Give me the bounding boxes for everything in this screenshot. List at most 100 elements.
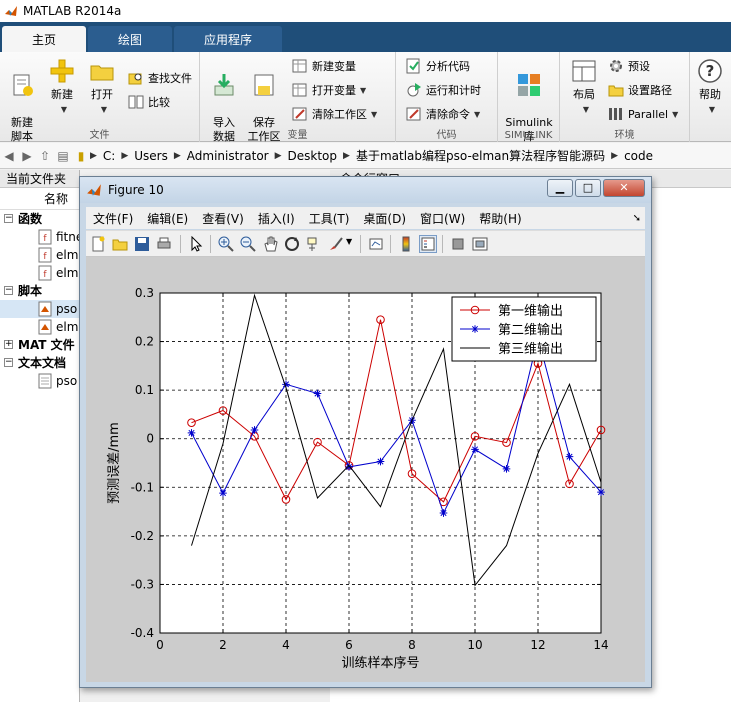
collapse-icon[interactable]: − <box>4 214 13 223</box>
file-item[interactable]: f elm <box>0 246 79 264</box>
breadcrumb-item[interactable]: Desktop <box>282 149 344 163</box>
menu-help[interactable]: 帮助(H) <box>472 210 528 227</box>
collapse-icon[interactable]: − <box>4 358 13 367</box>
colorbar-icon[interactable] <box>398 236 414 252</box>
link-icon[interactable] <box>368 236 384 252</box>
folder-icon: ▮ <box>77 148 85 163</box>
collapse-icon[interactable]: − <box>4 286 13 295</box>
data-point <box>439 509 448 517</box>
clear-commands-button[interactable]: 清除命令 ▼ <box>406 104 480 124</box>
error-line-chart[interactable]: 0 2 4 6 8 10 12 14 -0.4 -0.3 -0.2 -0.1 0 0.1 0.2 0.3 训练样… <box>86 257 645 682</box>
breadcrumb-item[interactable]: Administrator <box>181 149 275 163</box>
new-variable-button[interactable]: 新建变量 <box>292 56 356 76</box>
y-axis-label: 预测误差/mm <box>107 422 122 504</box>
name-column-label: 名称 <box>44 192 69 206</box>
menu-view[interactable]: 查看(V) <box>195 210 251 227</box>
menu-edit[interactable]: 编辑(E) <box>140 210 195 227</box>
data-cursor-icon[interactable] <box>306 236 322 252</box>
clear-commands-icon <box>406 107 421 121</box>
parallel-button[interactable]: Parallel ▼ <box>608 104 678 124</box>
file-item[interactable]: f fitne <box>0 228 83 246</box>
script-file-icon <box>38 301 52 317</box>
zoom-in-icon[interactable] <box>218 236 234 252</box>
data-point <box>565 452 574 461</box>
browse-folder-icon[interactable]: ▤ <box>54 149 72 163</box>
data-point <box>597 488 605 496</box>
preferences-button[interactable]: 预设 <box>608 56 650 76</box>
simulink-group: Simulink 库 SIMULINK <box>498 52 560 143</box>
open-variable-button[interactable]: 打开变量 ▼ <box>292 80 366 100</box>
run-and-time-button[interactable]: 运行和计时 <box>406 80 481 100</box>
text-file-icon <box>38 373 52 389</box>
open-file-icon[interactable] <box>112 236 128 252</box>
new-figure-icon[interactable] <box>90 236 106 252</box>
close-button[interactable]: ✕ <box>603 179 645 197</box>
breadcrumb-item[interactable]: Users <box>128 149 174 163</box>
y-tick-label: 0 <box>146 432 154 446</box>
file-item[interactable]: f elm <box>0 264 79 282</box>
x-tick-label: 8 <box>408 638 416 652</box>
brush-dropdown-icon[interactable]: ▼ <box>346 237 352 246</box>
file-item[interactable]: elm <box>0 318 79 336</box>
breadcrumb-item[interactable]: 基于matlab编程pso-elman算法程序智能源码 <box>350 147 611 164</box>
x-tick-label: 10 <box>467 638 482 652</box>
find-files-button[interactable]: 查找文件 <box>128 68 192 88</box>
tree-group-mat-files[interactable]: + MAT 文件 <box>0 336 79 354</box>
dock-arrow-icon[interactable]: ➘ <box>633 213 645 224</box>
legend-icon[interactable] <box>419 235 437 253</box>
maximize-button[interactable]: □ <box>575 179 601 197</box>
breadcrumb-item[interactable]: code <box>618 149 659 163</box>
file-name: elm <box>56 248 79 262</box>
layout-icon <box>572 60 596 82</box>
data-point <box>250 426 259 434</box>
rotate-icon[interactable] <box>284 236 300 252</box>
back-arrow-icon[interactable]: ◀ <box>0 149 18 163</box>
variable-group-label: 变量 <box>287 130 308 141</box>
tab-plots[interactable]: 绘图 <box>88 26 173 52</box>
expand-icon[interactable]: + <box>4 340 13 349</box>
breadcrumb-item[interactable]: C: <box>97 149 121 163</box>
breadcrumb-separator: ▶ <box>611 150 619 161</box>
menu-window[interactable]: 窗口(W) <box>413 210 472 227</box>
zoom-out-icon[interactable] <box>240 236 256 252</box>
svg-text:?: ? <box>706 62 715 80</box>
print-icon[interactable] <box>156 236 172 252</box>
minimize-button[interactable]: ▁ <box>547 179 573 197</box>
tab-home[interactable]: 主页 <box>2 26 87 52</box>
up-folder-icon[interactable]: ⇧ <box>36 149 54 163</box>
hide-plot-tools-icon[interactable] <box>450 236 466 252</box>
layout-label: 布局 <box>573 88 595 101</box>
pointer-icon[interactable] <box>188 236 204 252</box>
layout-button[interactable]: 布局 ▼ <box>564 58 604 117</box>
menu-file[interactable]: 文件(F) <box>86 210 140 227</box>
set-path-button[interactable]: 设置路径 <box>608 80 672 100</box>
y-tick-label: 0.2 <box>135 335 154 349</box>
file-item[interactable]: pso <box>0 300 79 318</box>
compare-button[interactable]: 比较 <box>128 92 170 112</box>
tab-apps[interactable]: 应用程序 <box>174 26 283 52</box>
file-item[interactable]: pso <box>0 372 79 390</box>
figure-title: Figure 10 <box>108 183 164 197</box>
figure-canvas: 0 2 4 6 8 10 12 14 -0.4 -0.3 -0.2 -0.1 0 0.1 0.2 0.3 训练样… <box>86 257 645 682</box>
new-button[interactable]: 新建 ▼ <box>42 58 82 117</box>
tree-group-text-documents[interactable]: − 文本文档 <box>0 354 79 372</box>
open-button[interactable]: 打开 ▼ <box>82 58 122 117</box>
menu-tools[interactable]: 工具(T) <box>302 210 357 227</box>
brush-icon[interactable] <box>328 236 344 252</box>
tree-group-scripts[interactable]: − 脚本 <box>0 282 79 300</box>
name-column-header[interactable]: 名称 <box>0 188 79 210</box>
forward-arrow-icon[interactable]: ▶ <box>18 149 36 163</box>
clear-workspace-button[interactable]: 清除工作区 ▼ <box>292 104 377 124</box>
menu-desktop[interactable]: 桌面(D) <box>356 210 413 227</box>
show-plot-tools-icon[interactable] <box>472 236 488 252</box>
close-icon: ✕ <box>619 181 629 194</box>
help-button[interactable]: ? 帮助 ▼ <box>692 58 728 117</box>
menu-insert[interactable]: 插入(I) <box>251 210 302 227</box>
figure-menubar: 文件(F) 编辑(E) 查看(V) 插入(I) 工具(T) 桌面(D) 窗口(W… <box>86 207 645 229</box>
x-tick-label: 2 <box>219 638 227 652</box>
pan-icon[interactable] <box>262 236 278 252</box>
save-icon[interactable] <box>134 236 150 252</box>
tree-group-functions[interactable]: − 函数 <box>0 210 79 228</box>
tree-group-label: MAT 文件 <box>18 338 75 352</box>
analyze-code-button[interactable]: 分析代码 <box>406 56 470 76</box>
